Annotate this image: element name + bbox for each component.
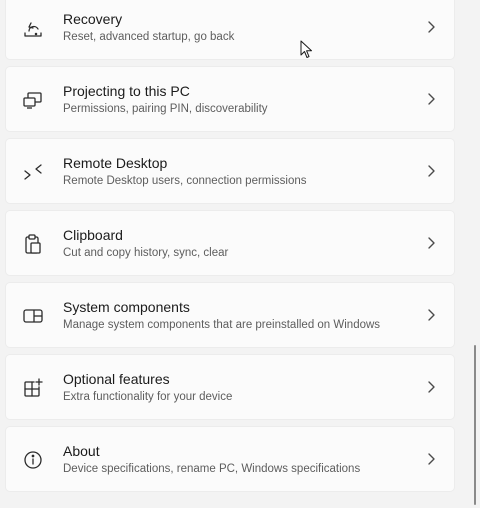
settings-list: Recovery Reset, advanced startup, go bac… [5,0,455,498]
chevron-right-icon [426,164,436,178]
settings-item-about[interactable]: About Device specifications, rename PC, … [5,426,455,492]
settings-item-remote-desktop[interactable]: Remote Desktop Remote Desktop users, con… [5,138,455,204]
settings-item-title: Clipboard [63,227,123,243]
chevron-right-icon [426,236,436,250]
optional-features-icon [22,377,44,399]
settings-item-title: System components [63,299,190,315]
settings-item-subtitle: Permissions, pairing PIN, discoverabilit… [63,103,268,115]
chevron-right-icon [426,20,436,34]
settings-item-title: Remote Desktop [63,155,168,171]
settings-item-subtitle: Remote Desktop users, connection permiss… [63,175,307,187]
projecting-icon [22,89,44,111]
recovery-icon [22,17,44,39]
chevron-right-icon [426,380,436,394]
settings-item-subtitle: Reset, advanced startup, go back [63,31,235,43]
info-icon [22,449,44,471]
settings-item-subtitle: Device specifications, rename PC, Window… [63,463,361,475]
settings-item-optional-features[interactable]: Optional features Extra functionality fo… [5,354,455,420]
clipboard-icon [22,233,44,255]
settings-item-title: Projecting to this PC [63,83,190,99]
settings-item-system-components[interactable]: System components Manage system componen… [5,282,455,348]
scrollbar[interactable] [474,345,476,505]
settings-item-subtitle: Cut and copy history, sync, clear [63,247,229,259]
settings-item-clipboard[interactable]: Clipboard Cut and copy history, sync, cl… [5,210,455,276]
settings-item-projecting-to-this-pc[interactable]: Projecting to this PC Permissions, pairi… [5,66,455,132]
chevron-right-icon [426,308,436,322]
mouse-cursor-icon [300,40,314,60]
settings-item-subtitle: Extra functionality for your device [63,391,233,403]
system-components-icon [22,305,44,327]
settings-item-recovery[interactable]: Recovery Reset, advanced startup, go bac… [5,0,455,60]
settings-item-title: Optional features [63,371,170,387]
chevron-right-icon [426,452,436,466]
remote-desktop-icon [22,161,44,183]
settings-item-subtitle: Manage system components that are preins… [63,319,381,331]
settings-item-title: About [63,443,100,459]
settings-item-title: Recovery [63,11,123,27]
chevron-right-icon [426,92,436,106]
